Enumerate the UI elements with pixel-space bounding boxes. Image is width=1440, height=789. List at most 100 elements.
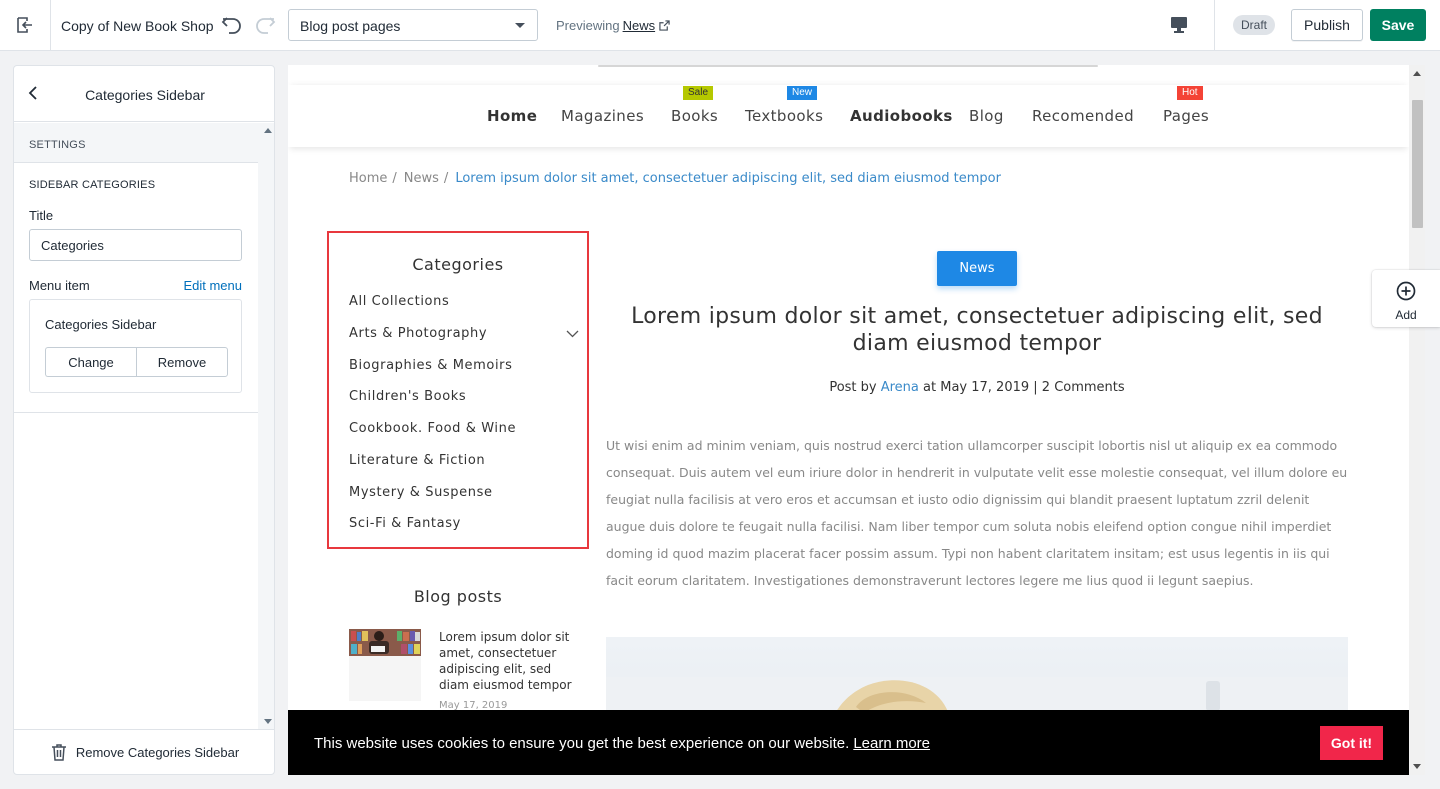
title-label: Title — [29, 208, 54, 223]
nav-label: Recomended — [1032, 107, 1135, 125]
category-item[interactable]: Cookbook. Food & Wine — [349, 421, 516, 436]
nav-item-textbooks[interactable]: New Textbooks — [745, 86, 824, 125]
topbar-divider — [1214, 0, 1215, 50]
cookie-text: This website uses cookies to ensure you … — [314, 735, 850, 752]
redo-icon — [256, 17, 276, 34]
previewing-info: Previewing News — [556, 18, 670, 33]
panel-scrollbar[interactable] — [258, 123, 274, 729]
sale-badge: Sale — [683, 86, 714, 100]
remove-menu-button[interactable]: Remove — [136, 347, 228, 377]
post-by-label: Post by — [829, 380, 877, 395]
header-edge — [598, 65, 1098, 67]
nav-item-blog[interactable]: Blog — [969, 107, 1004, 125]
exit-button[interactable] — [0, 0, 51, 50]
breadcrumb-news[interactable]: News — [404, 171, 439, 186]
settings-panel: Categories Sidebar SETTINGS SIDEBAR CATE… — [13, 65, 275, 775]
scroll-up-arrow[interactable] — [1413, 71, 1421, 76]
menu-button-group: Change Remove — [45, 347, 228, 377]
redo-button[interactable] — [253, 13, 277, 37]
category-item[interactable]: Sci-Fi & Fantasy — [349, 516, 461, 531]
scroll-up-arrow[interactable] — [264, 128, 272, 133]
breadcrumb-current: Lorem ipsum dolor sit amet, consectetuer… — [455, 171, 1001, 186]
category-item[interactable]: Biographies & Memoirs — [349, 358, 512, 373]
nav-item-books[interactable]: Sale Books — [671, 86, 719, 125]
plus-circle-icon — [1396, 281, 1416, 301]
exit-icon — [17, 17, 32, 33]
learn-more-link[interactable]: Learn more — [853, 735, 930, 752]
previewing-link[interactable]: News — [623, 18, 656, 33]
panel-scroll-area: SETTINGS SIDEBAR CATEGORIES Title Menu i… — [14, 123, 274, 729]
blog-posts-title: Blog posts — [413, 587, 503, 606]
remove-section-label: Remove Categories Sidebar — [75, 745, 240, 760]
cookie-message: This website uses cookies to ensure you … — [314, 735, 930, 752]
category-item[interactable]: Arts & Photography — [349, 326, 487, 341]
nav-item-magazines[interactable]: Magazines — [561, 107, 644, 125]
categories-title: Categories — [412, 255, 504, 274]
save-button[interactable]: Save — [1370, 9, 1426, 41]
template-select[interactable]: Blog post pages — [288, 9, 538, 41]
settings-heading: SETTINGS — [14, 123, 258, 163]
new-badge: New — [787, 86, 818, 100]
comments-link[interactable]: | 2 Comments — [1033, 380, 1124, 395]
undo-icon — [221, 17, 241, 34]
author-link[interactable]: Arena — [881, 380, 919, 395]
trash-icon — [51, 744, 66, 761]
draft-badge: Draft — [1233, 15, 1276, 35]
sidebar-categories-section: SIDEBAR CATEGORIES Title Menu item Edit … — [14, 163, 258, 413]
panel-header: Categories Sidebar — [14, 66, 274, 122]
nav-label: Books — [671, 107, 719, 125]
add-section-button[interactable]: Add — [1372, 270, 1440, 327]
categories-sidebar[interactable]: Categories All Collections Arts & Photog… — [327, 231, 589, 549]
nav-label: Magazines — [561, 107, 645, 125]
section-heading: SIDEBAR CATEGORIES — [29, 179, 156, 191]
post-date: at May 17, 2019 — [923, 380, 1030, 395]
shop-name: Copy of New Book Shop — [61, 18, 214, 34]
device-toggle[interactable] — [1170, 16, 1188, 39]
store-preview: Home Magazines Sale Books New Textbooks … — [288, 65, 1425, 775]
undo-button[interactable] — [220, 13, 244, 37]
edit-menu-link[interactable]: Edit menu — [183, 278, 242, 293]
nav-label: Home — [487, 107, 538, 125]
add-label: Add — [1395, 308, 1417, 322]
cookie-banner: This website uses cookies to ensure you … — [288, 710, 1409, 775]
category-item[interactable]: Children's Books — [349, 389, 466, 404]
preview-scrollbar[interactable] — [1409, 65, 1425, 775]
got-it-button[interactable]: Got it! — [1320, 726, 1383, 760]
blog-post-link[interactable]: Lorem ipsum dolor sit amet, consectetuer… — [439, 629, 584, 693]
category-item[interactable]: All Collections — [349, 294, 449, 309]
scroll-thumb[interactable] — [1412, 100, 1423, 228]
breadcrumb: Home / News / Lorem ipsum dolor sit amet, co… — [349, 171, 1001, 186]
blog-post-thumbnail[interactable] — [349, 629, 421, 701]
breadcrumb-separator: / — [392, 171, 397, 186]
nav-label: Textbooks — [745, 107, 824, 125]
menu-card: Categories Sidebar Change Remove — [29, 299, 242, 393]
chevron-down-icon[interactable] — [566, 330, 579, 338]
menu-item-label: Menu item — [29, 278, 90, 293]
nav-item-home[interactable]: Home — [487, 107, 537, 125]
bookshelf-image — [349, 629, 421, 701]
nav-item-recomended[interactable]: Recomended — [1032, 107, 1134, 125]
menu-item-row: Menu item Edit menu — [29, 278, 242, 293]
change-menu-button[interactable]: Change — [45, 347, 136, 377]
remove-section-button[interactable]: Remove Categories Sidebar — [14, 729, 274, 774]
post-body: Ut wisi enim ad minim veniam, quis nostr… — [606, 438, 1348, 588]
breadcrumb-separator: / — [443, 171, 449, 186]
panel-title: Categories Sidebar — [85, 87, 205, 103]
news-tag-button[interactable]: News — [937, 251, 1017, 286]
category-item[interactable]: Literature & Fiction — [349, 453, 485, 468]
nav-label: Audiobooks — [850, 107, 953, 125]
title-input[interactable] — [29, 229, 242, 261]
scroll-down-arrow[interactable] — [264, 719, 272, 724]
post-meta: Post by Arena at May 17, 2019 | 2 Commen… — [606, 380, 1348, 395]
nav-item-pages[interactable]: Hot Pages — [1163, 86, 1209, 125]
top-bar: Copy of New Book Shop Blog post pages Pr… — [0, 0, 1440, 51]
publish-button[interactable]: Publish — [1291, 9, 1363, 41]
desktop-icon — [1171, 17, 1187, 33]
category-item[interactable]: Mystery & Suspense — [349, 485, 493, 500]
template-select-value: Blog post pages — [300, 18, 401, 34]
nav-item-audiobooks[interactable]: Audiobooks — [850, 107, 953, 125]
scroll-down-arrow[interactable] — [1413, 764, 1421, 769]
breadcrumb-home[interactable]: Home — [349, 171, 387, 186]
post-title: Lorem ipsum dolor sit amet, consectetuer… — [631, 304, 1323, 356]
external-link-icon[interactable] — [659, 20, 670, 31]
